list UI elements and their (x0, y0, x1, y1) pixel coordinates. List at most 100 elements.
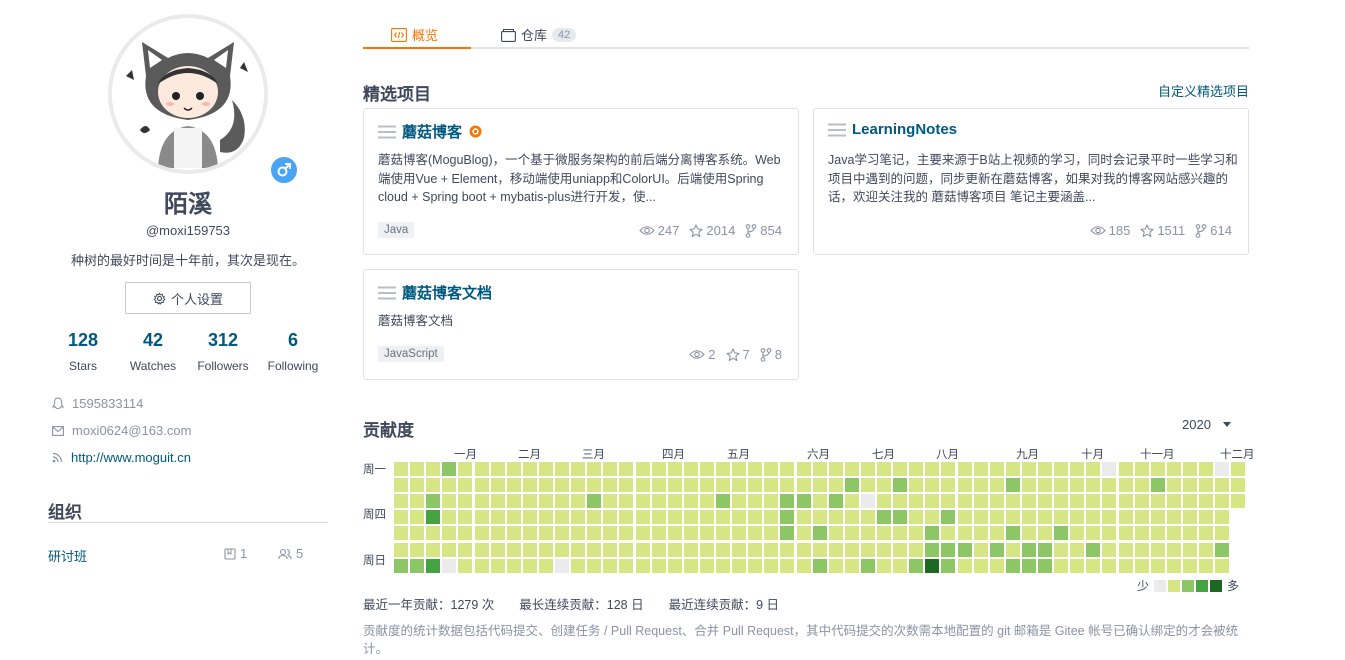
contribution-cell[interactable] (1166, 478, 1181, 493)
contribution-cell[interactable] (458, 510, 473, 525)
contribution-cell[interactable] (1070, 462, 1085, 476)
language-tag[interactable]: Java (378, 222, 415, 238)
contribution-cell[interactable] (1021, 494, 1036, 509)
contribution-cell[interactable] (426, 478, 441, 493)
contribution-cell[interactable] (1021, 462, 1036, 476)
contribution-cell[interactable] (893, 542, 908, 557)
contribution-cell[interactable] (893, 510, 908, 525)
contribution-cell[interactable] (699, 542, 714, 557)
contribution-cell[interactable] (1215, 462, 1230, 476)
contribution-cell[interactable] (651, 558, 666, 573)
contribution-cell[interactable] (555, 494, 569, 509)
contribution-cell[interactable] (603, 462, 618, 476)
contribution-cell[interactable] (426, 462, 441, 476)
contribution-cell[interactable] (538, 558, 553, 573)
contribution-cell[interactable] (1118, 510, 1133, 525)
contribution-cell[interactable] (571, 558, 586, 573)
contribution-cell[interactable] (1134, 526, 1149, 541)
contribution-cell[interactable] (796, 462, 811, 476)
tab-repositories[interactable]: 仓库 42 (501, 20, 577, 49)
contribution-cell[interactable] (796, 494, 811, 509)
contribution-cell[interactable] (603, 558, 618, 573)
contribution-cell[interactable] (619, 510, 634, 525)
contribution-cell[interactable] (1021, 526, 1036, 541)
contribution-cell[interactable] (764, 542, 779, 557)
contribution-cell[interactable] (812, 462, 827, 476)
contribution-cell[interactable] (716, 494, 730, 509)
contribution-cell[interactable] (973, 558, 988, 573)
contribution-cell[interactable] (699, 526, 714, 541)
contribution-cell[interactable] (651, 494, 666, 509)
project-card[interactable]: 蘑菇博客文档 蘑菇博客文档 JavaScript 2 7 8 (363, 269, 799, 380)
contribution-cell[interactable] (474, 526, 489, 541)
contribution-cell[interactable] (603, 542, 618, 557)
contribution-cell[interactable] (973, 526, 988, 541)
contribution-cell[interactable] (410, 494, 425, 509)
contribution-cell[interactable] (1005, 542, 1020, 557)
contribution-cell[interactable] (893, 478, 908, 493)
contribution-cell[interactable] (1070, 542, 1085, 557)
contribution-cell[interactable] (716, 542, 730, 557)
contribution-cell[interactable] (394, 542, 408, 557)
contribution-cell[interactable] (426, 510, 441, 525)
contribution-cell[interactable] (957, 478, 972, 493)
contribution-cell[interactable] (957, 526, 972, 541)
contribution-cell[interactable] (732, 542, 747, 557)
contribution-cell[interactable] (538, 478, 553, 493)
contribution-cell[interactable] (1166, 510, 1181, 525)
contribution-cell[interactable] (1102, 526, 1117, 541)
contribution-cell[interactable] (1054, 558, 1069, 573)
contribution-cell[interactable] (587, 542, 602, 557)
stat-following[interactable]: 6 Following (258, 330, 328, 373)
watch-count[interactable]: 2 (689, 347, 716, 362)
contribution-cell[interactable] (1054, 462, 1069, 476)
contribution-cell[interactable] (394, 558, 408, 573)
contribution-cell[interactable] (844, 462, 859, 476)
contribution-cell[interactable] (1021, 558, 1036, 573)
contribution-cell[interactable] (828, 526, 843, 541)
contribution-cell[interactable] (458, 526, 473, 541)
contribution-cell[interactable] (442, 542, 457, 557)
contribution-cell[interactable] (667, 462, 682, 476)
contribution-cell[interactable] (796, 558, 811, 573)
contribution-cell[interactable] (796, 510, 811, 525)
contribution-cell[interactable] (909, 526, 924, 541)
contribution-cell[interactable] (828, 494, 843, 509)
contribution-cell[interactable] (796, 478, 811, 493)
contribution-cell[interactable] (1134, 494, 1149, 509)
contribution-cell[interactable] (1199, 462, 1213, 476)
contribution-cell[interactable] (780, 494, 795, 509)
contribution-cell[interactable] (909, 510, 924, 525)
contribution-cell[interactable] (1102, 478, 1117, 493)
project-title-link[interactable]: 蘑菇博客文档 (402, 282, 492, 303)
contribution-cell[interactable] (1215, 510, 1230, 525)
customize-featured-link[interactable]: 自定义精选项目 (1148, 81, 1249, 100)
contribution-cell[interactable] (1038, 510, 1052, 525)
contribution-cell[interactable] (555, 462, 569, 476)
contribution-cell[interactable] (1166, 558, 1181, 573)
contribution-cell[interactable] (683, 526, 698, 541)
contribution-cell[interactable] (1150, 542, 1165, 557)
contribution-cell[interactable] (635, 494, 650, 509)
contribution-cell[interactable] (635, 478, 650, 493)
contribution-cell[interactable] (635, 558, 650, 573)
contribution-cell[interactable] (426, 542, 441, 557)
contribution-cell[interactable] (458, 558, 473, 573)
contribution-cell[interactable] (1005, 526, 1020, 541)
contribution-cell[interactable] (1150, 478, 1165, 493)
contribution-cell[interactable] (877, 542, 891, 557)
contribution-cell[interactable] (1215, 542, 1230, 557)
contribution-cell[interactable] (458, 542, 473, 557)
contribution-cell[interactable] (667, 510, 682, 525)
contribution-cell[interactable] (442, 494, 457, 509)
contribution-cell[interactable] (1134, 462, 1149, 476)
contribution-cell[interactable] (522, 558, 537, 573)
contribution-cell[interactable] (941, 510, 956, 525)
contribution-cell[interactable] (555, 542, 569, 557)
contribution-cell[interactable] (635, 510, 650, 525)
contribution-cell[interactable] (555, 526, 569, 541)
website-link[interactable]: http://www.moguit.cn (71, 450, 191, 465)
contribution-cell[interactable] (989, 558, 1004, 573)
contribution-cell[interactable] (844, 558, 859, 573)
contribution-cell[interactable] (555, 478, 569, 493)
